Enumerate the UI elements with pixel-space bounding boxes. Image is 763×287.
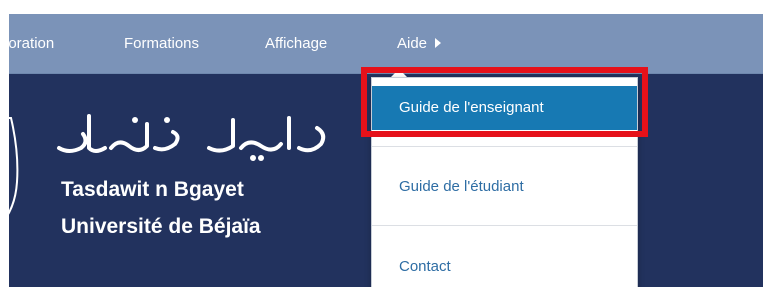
menu-item-label: Guide de l'étudiant — [399, 178, 524, 195]
menu-item-guide-etudiant[interactable]: Guide de l'étudiant — [372, 165, 637, 209]
annotation-highlight-box — [361, 67, 648, 137]
nav-item-label: Affichage — [265, 35, 328, 52]
nav-item-label: Formations — [124, 35, 200, 52]
caret-right-icon — [435, 38, 442, 49]
top-navbar: poration Formations Affichage Aide — [0, 14, 763, 74]
university-name-kabyle: Tasdawit n Bgayet — [61, 178, 244, 201]
arabic-calligraphy-logo-icon — [57, 114, 326, 161]
left-page-edge — [0, 0, 9, 287]
nav-item-affichage[interactable]: Affichage — [265, 14, 327, 73]
nav-item-aide[interactable]: Aide — [397, 14, 442, 73]
screenshot-frame: poration Formations Affichage Aide Tasda… — [0, 0, 763, 287]
menu-divider — [372, 225, 637, 226]
menu-divider — [372, 146, 637, 147]
menu-item-contact[interactable]: Contact — [372, 245, 637, 287]
nav-item-label: Aide — [397, 35, 428, 52]
nav-item-formations[interactable]: Formations — [124, 14, 199, 73]
university-name-french: Université de Béjaïa — [61, 215, 261, 238]
menu-item-label: Contact — [399, 258, 451, 275]
